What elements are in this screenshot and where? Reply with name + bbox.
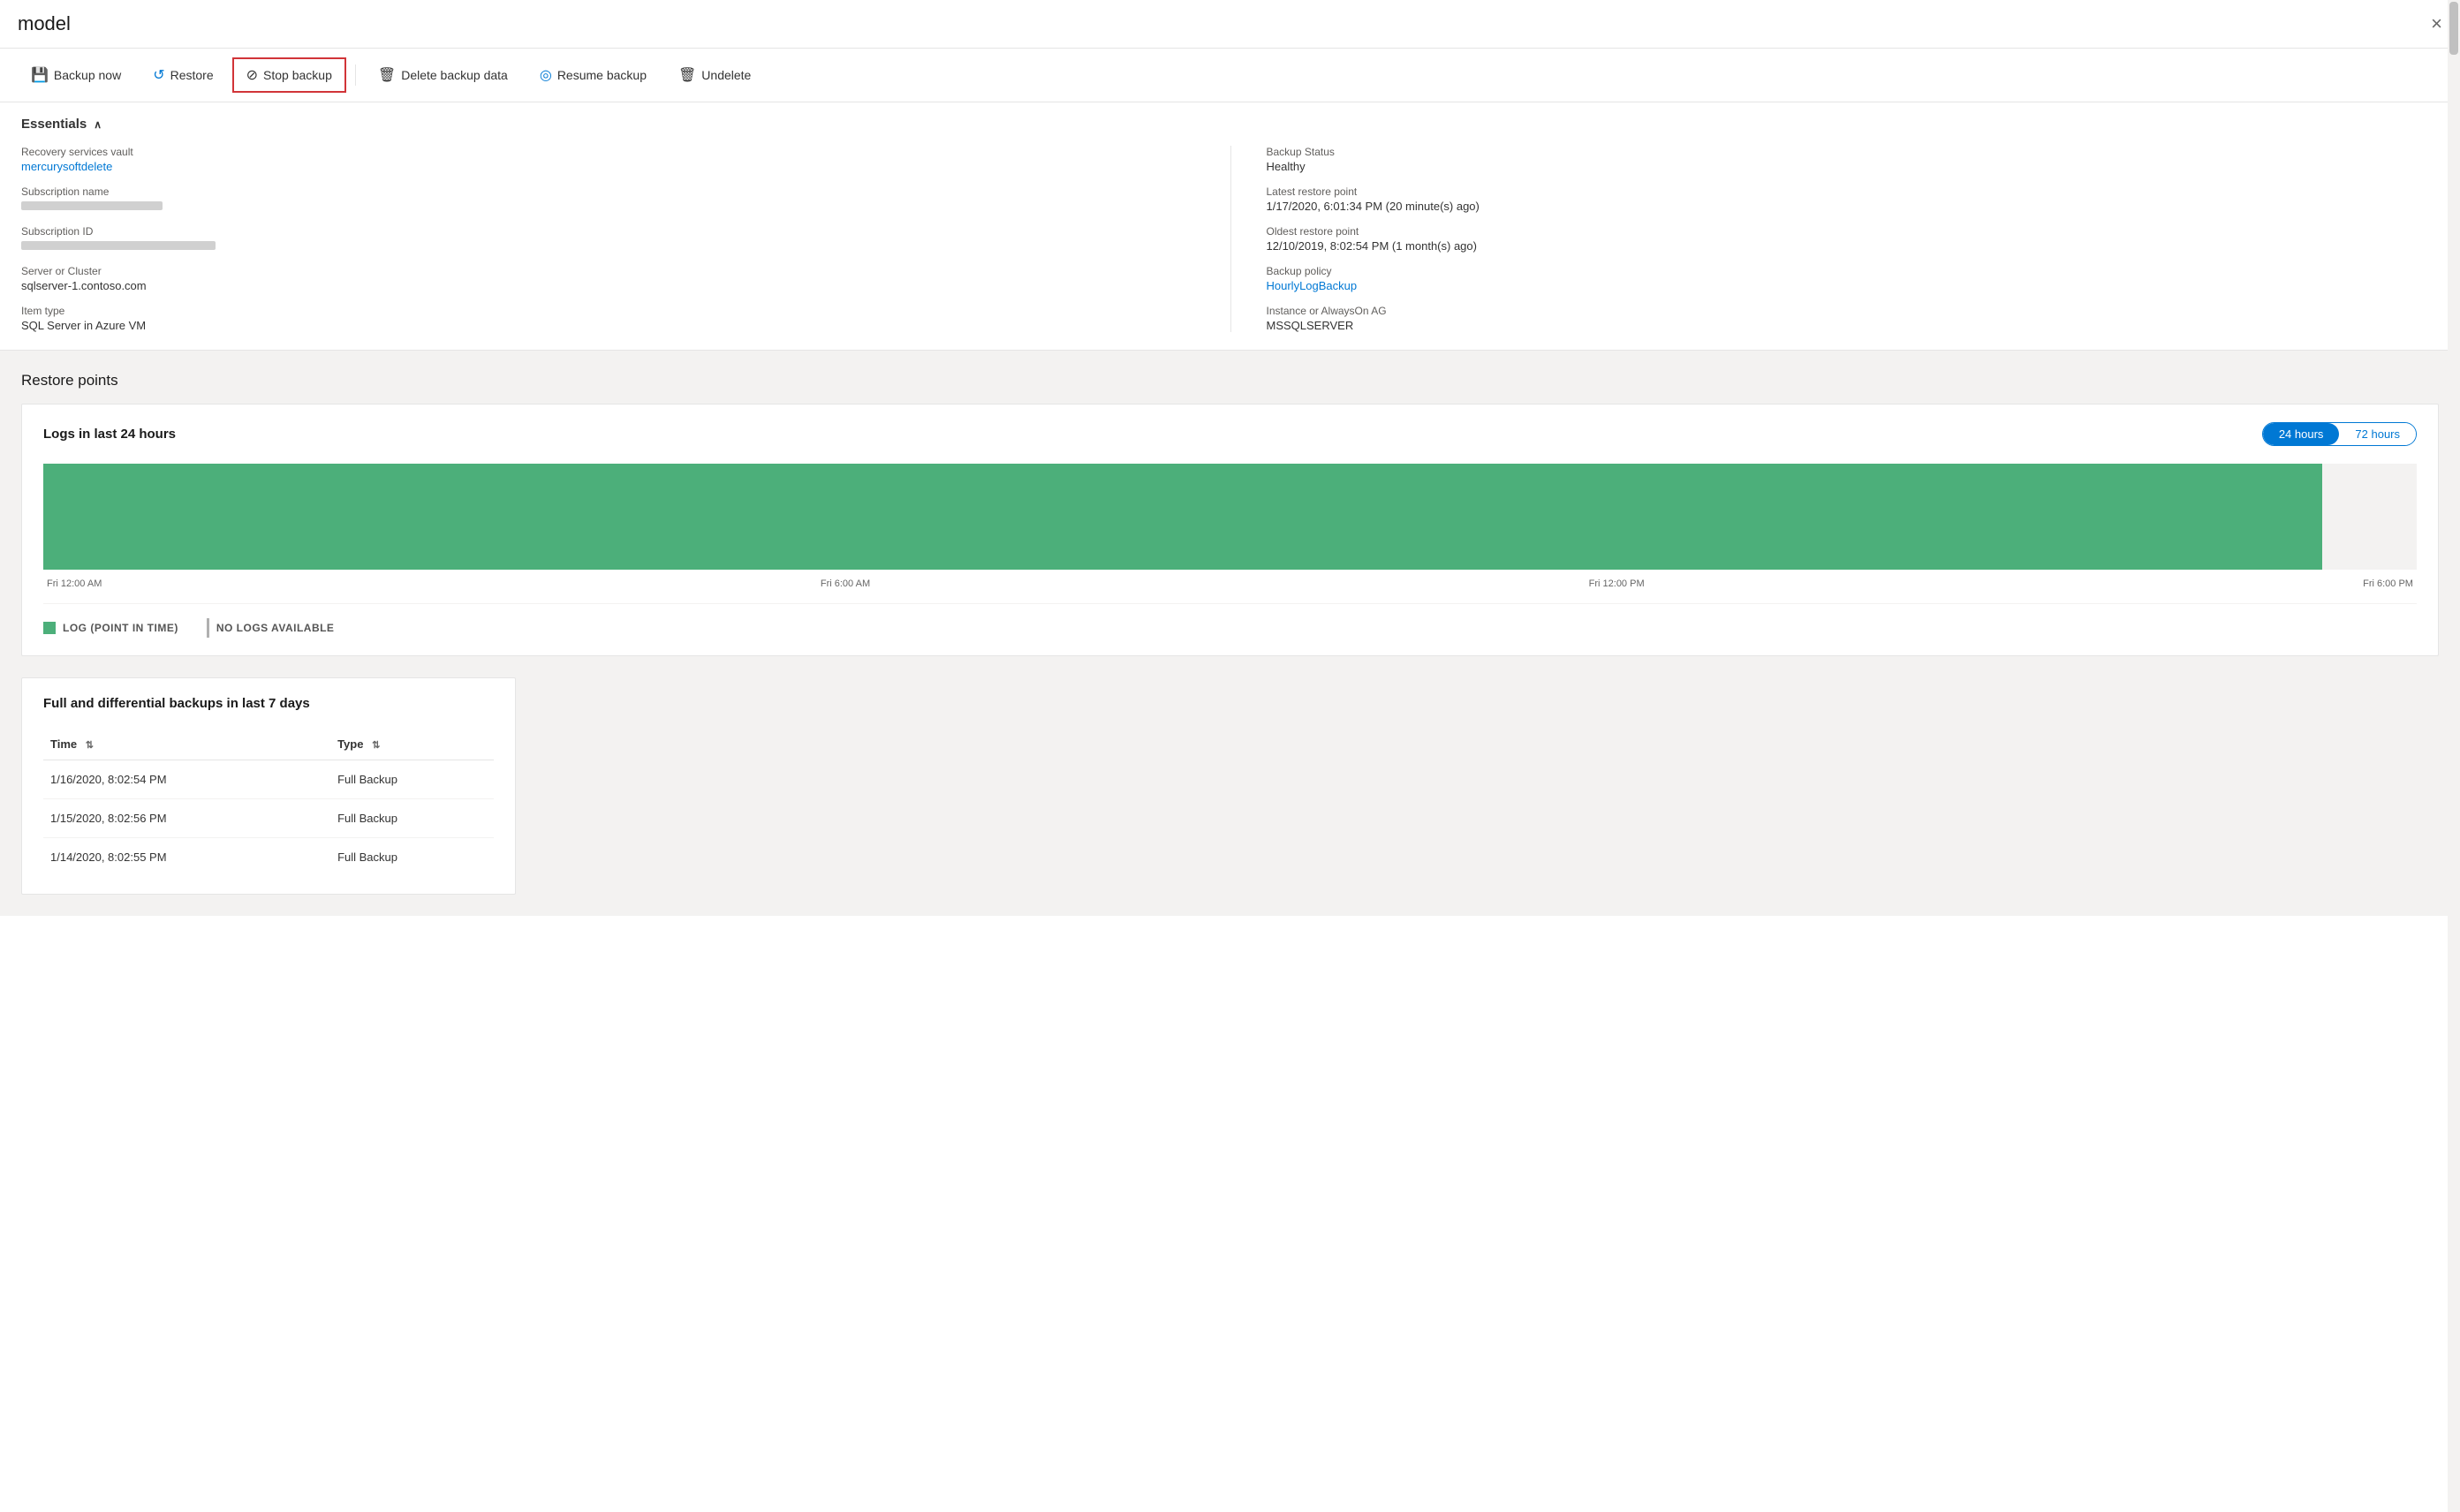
chart-axis: Fri 12:00 AM Fri 6:00 AM Fri 12:00 PM Fr… [43, 578, 2417, 589]
field-subscription-id: Subscription ID [21, 225, 1195, 253]
scrollbar-thumb[interactable] [2449, 2, 2458, 55]
window-title: model [18, 12, 71, 35]
72-hours-button[interactable]: 72 hours [2339, 423, 2416, 445]
row1-type: Full Backup [330, 760, 494, 799]
resume-icon: ◎ [540, 66, 552, 84]
row3-time: 1/14/2020, 8:02:55 PM [43, 838, 330, 877]
close-button[interactable]: × [2431, 12, 2442, 35]
recovery-vault-link[interactable]: mercurysoftdelete [21, 160, 1195, 173]
legend-gray-color [207, 618, 209, 638]
chart-bar [43, 464, 2322, 570]
24-hours-button[interactable]: 24 hours [2263, 423, 2340, 445]
restore-points-title: Restore points [21, 372, 2439, 389]
content-area: Restore points Logs in last 24 hours 24 … [0, 351, 2460, 916]
field-instance: Instance or AlwaysOn AG MSSQLSERVER [1267, 305, 2440, 332]
legend-no-logs: NO LOGS AVAILABLE [207, 618, 335, 638]
field-item-type: Item type SQL Server in Azure VM [21, 305, 1195, 332]
table-row: 1/15/2020, 8:02:56 PM Full Backup [43, 799, 494, 838]
essentials-right-col: Backup Status Healthy Latest restore poi… [1230, 146, 2440, 332]
table-row: 1/14/2020, 8:02:55 PM Full Backup [43, 838, 494, 877]
stop-backup-icon: ⊘ [246, 66, 258, 84]
essentials-section: Essentials ∧ Recovery services vault mer… [0, 102, 2460, 351]
stop-backup-button[interactable]: ⊘ Stop backup [232, 57, 346, 93]
restore-button[interactable]: ↺ Restore [140, 58, 226, 92]
chart-card: Logs in last 24 hours 24 hours 72 hours … [21, 404, 2439, 656]
row1-time: 1/16/2020, 8:02:54 PM [43, 760, 330, 799]
backup-now-icon: 💾 [31, 66, 49, 84]
delete-backup-data-button[interactable]: 🗑 Delete backup data [365, 58, 521, 92]
time-toggle: 24 hours 72 hours [2262, 422, 2417, 446]
chart-bar-wrapper [43, 464, 2417, 570]
toolbar: 💾 Backup now ↺ Restore ⊘ Stop backup 🗑 D… [0, 49, 2460, 102]
row2-type: Full Backup [330, 799, 494, 838]
field-backup-status: Backup Status Healthy [1267, 146, 2440, 173]
time-column-header[interactable]: Time ⇅ [43, 729, 330, 760]
type-sort-icon: ⇅ [372, 740, 380, 751]
table-header: Time ⇅ Type ⇅ [43, 729, 494, 760]
table-card-title: Full and differential backups in last 7 … [43, 696, 494, 711]
delete-icon: 🗑 [378, 66, 396, 84]
undelete-icon: 🗑 [678, 66, 696, 84]
chart-container [43, 464, 2417, 570]
essentials-chevron-icon: ∧ [94, 118, 102, 131]
row3-type: Full Backup [330, 838, 494, 877]
essentials-left-col: Recovery services vault mercurysoftdelet… [21, 146, 1230, 332]
toolbar-separator-1 [355, 64, 356, 86]
backup-policy-link[interactable]: HourlyLogBackup [1267, 279, 2440, 292]
legend-log-point-in-time: LOG (POINT IN TIME) [43, 618, 178, 638]
undelete-button[interactable]: 🗑 Undelete [665, 58, 764, 92]
field-server-cluster: Server or Cluster sqlserver-1.contoso.co… [21, 265, 1195, 292]
chart-header: Logs in last 24 hours 24 hours 72 hours [43, 422, 2417, 446]
field-oldest-restore-point: Oldest restore point 12/10/2019, 8:02:54… [1267, 225, 2440, 253]
field-subscription-name: Subscription name [21, 185, 1195, 213]
legend-green-color [43, 622, 56, 634]
type-column-header[interactable]: Type ⇅ [330, 729, 494, 760]
chart-title: Logs in last 24 hours [43, 427, 176, 442]
field-recovery-vault: Recovery services vault mercurysoftdelet… [21, 146, 1195, 173]
backups-table-card: Full and differential backups in last 7 … [21, 677, 516, 895]
chart-legend: LOG (POINT IN TIME) NO LOGS AVAILABLE [43, 603, 2417, 638]
subscription-name-redacted [21, 201, 163, 210]
title-bar: model × [0, 0, 2460, 49]
resume-backup-button[interactable]: ◎ Resume backup [526, 58, 660, 92]
row2-time: 1/15/2020, 8:02:56 PM [43, 799, 330, 838]
time-sort-icon: ⇅ [86, 740, 94, 751]
main-window: model × 💾 Backup now ↺ Restore ⊘ Stop ba… [0, 0, 2460, 1512]
table-row: 1/16/2020, 8:02:54 PM Full Backup [43, 760, 494, 799]
field-latest-restore-point: Latest restore point 1/17/2020, 6:01:34 … [1267, 185, 2440, 213]
backups-table: Time ⇅ Type ⇅ 1/16/2020, 8:02:54 PM Full… [43, 729, 494, 876]
scrollbar[interactable] [2448, 0, 2460, 1512]
subscription-id-redacted [21, 241, 216, 250]
backup-now-button[interactable]: 💾 Backup now [18, 58, 134, 92]
table-body: 1/16/2020, 8:02:54 PM Full Backup 1/15/2… [43, 760, 494, 877]
restore-icon: ↺ [153, 66, 164, 84]
essentials-grid: Recovery services vault mercurysoftdelet… [21, 146, 2439, 332]
field-backup-policy: Backup policy HourlyLogBackup [1267, 265, 2440, 292]
essentials-header[interactable]: Essentials ∧ [21, 117, 2439, 132]
